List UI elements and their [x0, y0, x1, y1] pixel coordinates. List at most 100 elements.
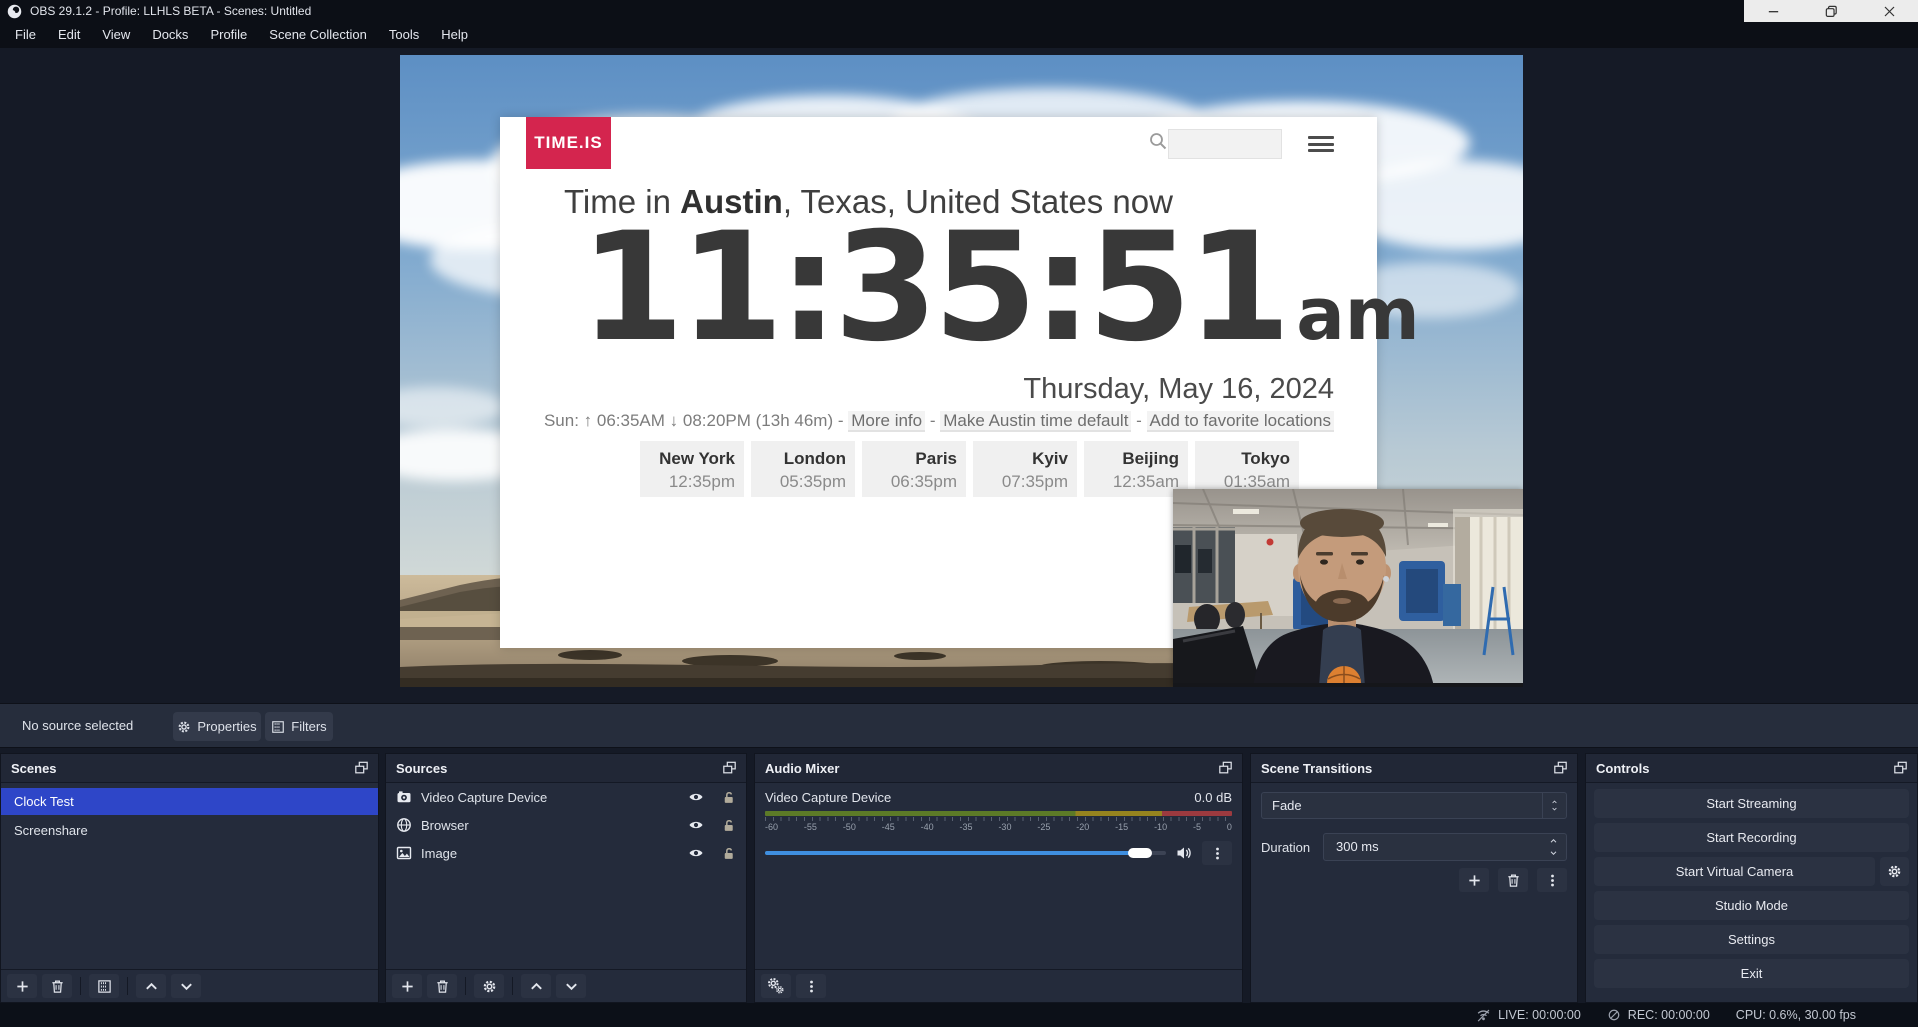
visibility-eye-icon[interactable] [688, 789, 704, 805]
search-input [1168, 129, 1282, 159]
obs-logo-icon [7, 4, 22, 19]
minimize-button[interactable] [1744, 0, 1802, 22]
start-streaming-button[interactable]: Start Streaming [1594, 789, 1909, 818]
settings-button[interactable]: Settings [1594, 925, 1909, 954]
speaker-icon[interactable] [1175, 845, 1193, 861]
visibility-eye-icon[interactable] [688, 845, 704, 861]
plus-icon [1467, 873, 1482, 888]
chevron-down-icon [564, 979, 579, 994]
meter-scale-labels: -60-55-50-45-40-35-30-25-20-15-10-50 [765, 822, 1232, 832]
menu-edit[interactable]: Edit [47, 22, 91, 48]
scenes-panel-header: Scenes [1, 754, 378, 783]
source-item-browser[interactable]: Browser [386, 811, 746, 839]
city-time-kyiv: Kyiv07:35pm [973, 441, 1077, 497]
sources-toolbar [386, 969, 746, 1002]
volume-slider[interactable] [765, 851, 1166, 855]
close-button[interactable] [1860, 0, 1918, 22]
controls-title: Controls [1596, 761, 1649, 776]
add-scene-button[interactable] [7, 974, 37, 998]
volume-slider-handle[interactable] [1128, 848, 1152, 858]
source-item-image[interactable]: Image [386, 839, 746, 867]
lock-icon[interactable] [720, 789, 736, 805]
menu-view[interactable]: View [91, 22, 141, 48]
camera-icon [396, 789, 412, 805]
menu-profile[interactable]: Profile [199, 22, 258, 48]
audio-mixer-toolbar [755, 969, 1242, 1002]
sources-panel: Sources Video Capture Device Browser Ima… [385, 753, 747, 1003]
gear-icon [177, 720, 191, 734]
timeis-date: Thursday, May 16, 2024 [1023, 373, 1334, 406]
menu-scene-collection[interactable]: Scene Collection [258, 22, 378, 48]
studio-mode-button[interactable]: Studio Mode [1594, 891, 1909, 920]
audio-mixer-title: Audio Mixer [765, 761, 839, 776]
webcam-video [1173, 489, 1523, 687]
source-item-video-capture[interactable]: Video Capture Device [386, 783, 746, 811]
move-scene-down-button[interactable] [171, 974, 201, 998]
remove-scene-button[interactable] [42, 974, 72, 998]
gear-icon [482, 979, 497, 994]
scene-filters-button[interactable] [89, 974, 119, 998]
menu-tools[interactable]: Tools [378, 22, 430, 48]
popout-icon[interactable] [1891, 760, 1909, 776]
scene-item-clock-test[interactable]: Clock Test [1, 788, 378, 815]
scenes-toolbar [1, 969, 378, 1002]
popout-icon[interactable] [1216, 760, 1234, 776]
dots-vertical-icon [804, 979, 819, 994]
spin-up-button[interactable] [1544, 835, 1562, 847]
timeis-clock: 11:35:51 am [580, 213, 1420, 363]
mixer-db-value: 0.0 dB [1194, 790, 1232, 805]
volume-meter [765, 811, 1232, 816]
mixer-channel-menu-button[interactable] [1202, 841, 1232, 865]
exit-button[interactable]: Exit [1594, 959, 1909, 988]
hamburger-menu-icon [1308, 136, 1334, 152]
more-info-link: More info [848, 411, 925, 432]
image-icon [396, 845, 412, 861]
remove-transition-button[interactable] [1498, 868, 1528, 892]
start-virtual-camera-button[interactable]: Start Virtual Camera [1594, 857, 1875, 886]
close-icon [1882, 4, 1897, 19]
timeis-logo: TIME.IS [526, 117, 611, 169]
scene-item-screenshare[interactable]: Screenshare [1, 817, 378, 844]
lock-icon[interactable] [720, 845, 736, 861]
duration-spinbox[interactable]: 300 ms [1323, 833, 1567, 861]
gear-icon [1887, 864, 1902, 879]
menu-help[interactable]: Help [430, 22, 479, 48]
dots-vertical-icon [1210, 846, 1225, 861]
lock-icon[interactable] [720, 817, 736, 833]
chevron-up-icon [144, 979, 159, 994]
meter-tick-marks [765, 817, 1232, 821]
menu-file[interactable]: File [4, 22, 47, 48]
source-properties-button[interactable] [474, 974, 504, 998]
menu-docks[interactable]: Docks [141, 22, 199, 48]
transition-properties-button[interactable] [1537, 868, 1567, 892]
stream-inactive-icon [1476, 1008, 1491, 1023]
popout-icon[interactable] [720, 760, 738, 776]
add-transition-button[interactable] [1459, 868, 1489, 892]
mixer-menu-button[interactable] [796, 974, 826, 998]
search-icon [1148, 131, 1168, 151]
remove-source-button[interactable] [427, 974, 457, 998]
add-source-button[interactable] [392, 974, 422, 998]
popout-icon[interactable] [1551, 760, 1569, 776]
move-scene-up-button[interactable] [136, 974, 166, 998]
transition-select[interactable]: Fade [1261, 792, 1567, 819]
context-status-text: No source selected [22, 718, 133, 733]
preview-camera-source[interactable] [1173, 489, 1523, 687]
preview-canvas[interactable]: TIME.IS Time in Austin, Texas, United St… [400, 55, 1523, 687]
move-source-up-button[interactable] [521, 974, 551, 998]
move-source-down-button[interactable] [556, 974, 586, 998]
popout-icon[interactable] [352, 760, 370, 776]
properties-button[interactable]: Properties [173, 712, 261, 741]
filters-button[interactable]: Filters [265, 712, 333, 741]
minimize-icon [1766, 4, 1781, 19]
advanced-audio-button[interactable] [761, 974, 791, 998]
visibility-eye-icon[interactable] [688, 817, 704, 833]
city-time-london: London05:35pm [751, 441, 855, 497]
start-recording-button[interactable]: Start Recording [1594, 823, 1909, 852]
spin-down-button[interactable] [1544, 847, 1562, 859]
scenes-title: Scenes [11, 761, 57, 776]
audio-mixer-panel: Audio Mixer Video Capture Device 0.0 dB … [754, 753, 1243, 1003]
duration-label: Duration [1261, 840, 1323, 855]
restore-button[interactable] [1802, 0, 1860, 22]
virtual-camera-config-button[interactable] [1880, 857, 1909, 886]
